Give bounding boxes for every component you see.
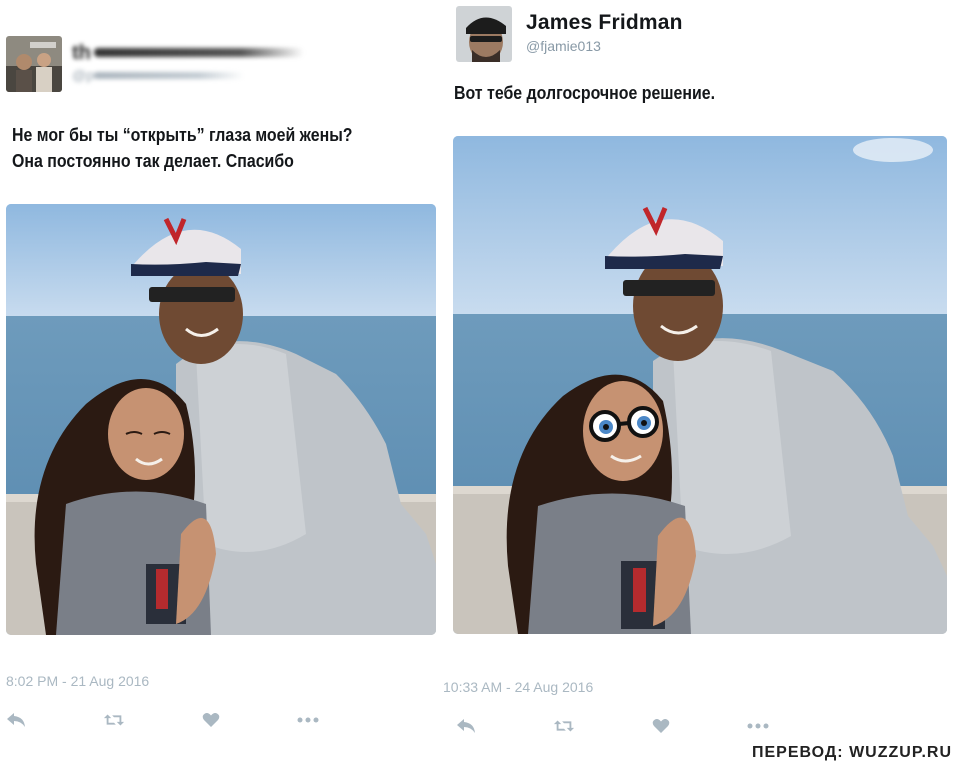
more-icon[interactable] [297,710,319,730]
tweet-text-line-1: Не мог бы ты “открыть” глаза моей жены? [12,124,353,145]
author-handle-redacted: @p [72,67,252,84]
author-avatar[interactable] [6,36,62,92]
original-tweet: th @p Не мог бы ты “открыть” глаза моей … [0,0,445,770]
author-handle[interactable]: @fjamie013 [526,38,601,54]
author-name[interactable]: James Fridman [526,11,683,35]
reply-tweet: James Fridman @fjamie013 Вот тебе долгос… [443,0,960,770]
author-name-redacted[interactable]: th [72,42,312,64]
tweet-timestamp[interactable]: 10:33 AM - 24 Aug 2016 [443,679,593,695]
tweet-text-line-2: Она постоянно так делает. Спасибо [12,150,294,171]
author-name: th [72,42,91,64]
author-handle: @p [72,67,94,83]
like-icon[interactable] [200,710,222,730]
translation-credit: ПЕРЕВОД: WUZZUP.RU [752,744,952,761]
tweet-timestamp[interactable]: 8:02 PM - 21 Aug 2016 [6,673,149,689]
reply-icon[interactable] [5,710,27,730]
tweet-text: Не мог бы ты “открыть” глаза моей жены? … [12,122,353,174]
reply-icon[interactable] [455,716,477,736]
author-avatar[interactable] [456,6,512,62]
tweet-photo[interactable] [453,136,947,634]
retweet-icon[interactable] [103,710,125,730]
retweet-icon[interactable] [553,716,575,736]
like-icon[interactable] [650,716,672,736]
tweet-text: Вот тебе долгосрочное решение. [454,82,716,103]
tweet-photo[interactable] [6,204,436,635]
more-icon[interactable] [747,716,769,736]
